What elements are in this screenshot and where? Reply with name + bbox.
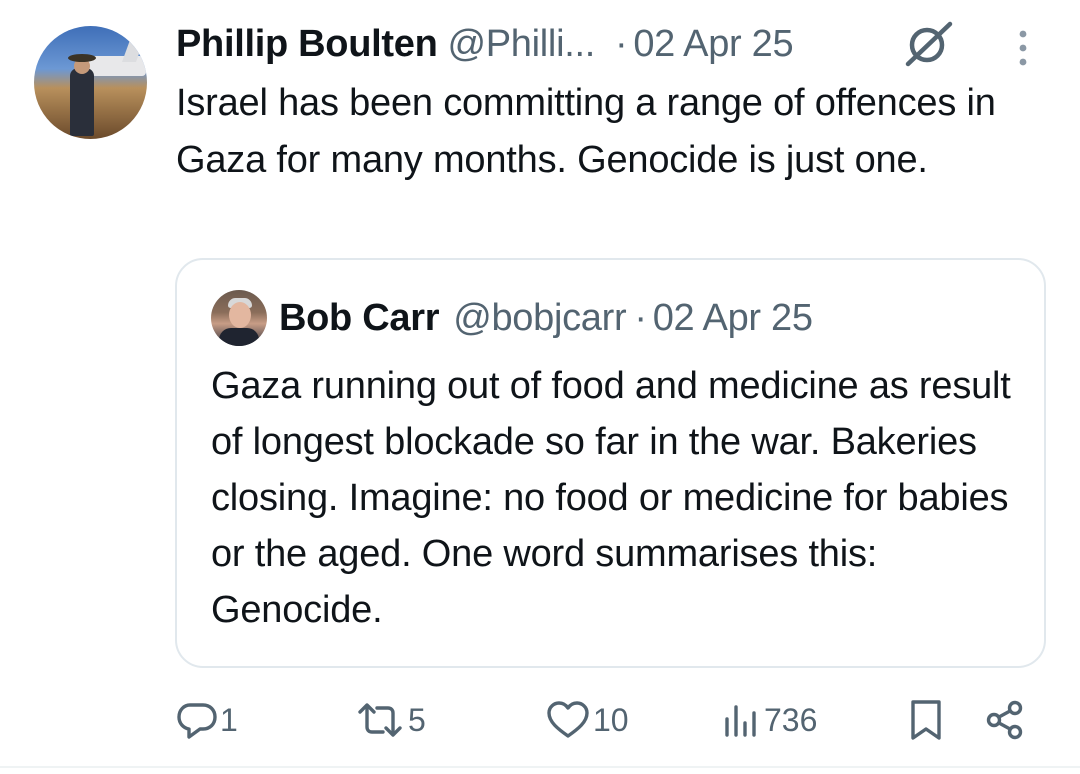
separator-dot: ·: [614, 22, 628, 65]
quoted-post-header: Bob Carr @bobjcarr · 02 Apr 25: [279, 294, 813, 342]
like-button[interactable]: 10: [545, 690, 629, 750]
share-icon: [986, 700, 1023, 740]
repost-count: 5: [408, 701, 426, 738]
reply-button[interactable]: 1: [176, 690, 238, 750]
quoted-avatar-face: [229, 302, 251, 328]
reply-count: 1: [220, 701, 238, 738]
quoted-post-date[interactable]: 02 Apr 25: [653, 297, 813, 340]
quoted-author-handle[interactable]: @bobjcarr: [453, 297, 626, 340]
avatar-hat: [68, 54, 96, 62]
quoted-avatar-suit: [219, 328, 259, 346]
reply-icon: [177, 703, 217, 739]
like-count: 10: [593, 701, 629, 738]
grok-icon[interactable]: [902, 20, 956, 68]
share-button[interactable]: [984, 690, 1026, 750]
views-icon: [725, 705, 756, 737]
views-button[interactable]: 736: [720, 690, 817, 750]
avatar-person: [70, 68, 94, 136]
quoted-post[interactable]: Bob Carr @bobjcarr · 02 Apr 25 Gaza runn…: [175, 258, 1046, 668]
quoted-author-name[interactable]: Bob Carr: [279, 297, 439, 340]
more-vertical-icon[interactable]: [1014, 28, 1032, 68]
author-avatar[interactable]: [34, 26, 147, 139]
heart-icon: [547, 701, 589, 738]
repost-icon: [358, 703, 402, 737]
post-text: Israel has been committing a range of of…: [176, 82, 996, 181]
quoted-separator-dot: ·: [634, 296, 647, 339]
author-handle[interactable]: @Philli...: [447, 23, 595, 66]
repost-button[interactable]: 5: [354, 690, 426, 750]
divider: [0, 766, 1080, 768]
action-bar: 1 5 10 736: [0, 690, 1080, 750]
quoted-author-avatar[interactable]: [211, 290, 267, 346]
author-name[interactable]: Phillip Boulten: [176, 23, 438, 66]
post-header: Phillip Boulten @Philli... · 02 Apr 25: [176, 20, 794, 68]
bookmark-button[interactable]: [906, 690, 946, 750]
quoted-post-text: Gaza running out of food and medicine as…: [211, 365, 1011, 631]
post-date[interactable]: 02 Apr 25: [633, 23, 793, 66]
bookmark-icon: [911, 700, 941, 740]
view-count: 736: [764, 701, 818, 738]
